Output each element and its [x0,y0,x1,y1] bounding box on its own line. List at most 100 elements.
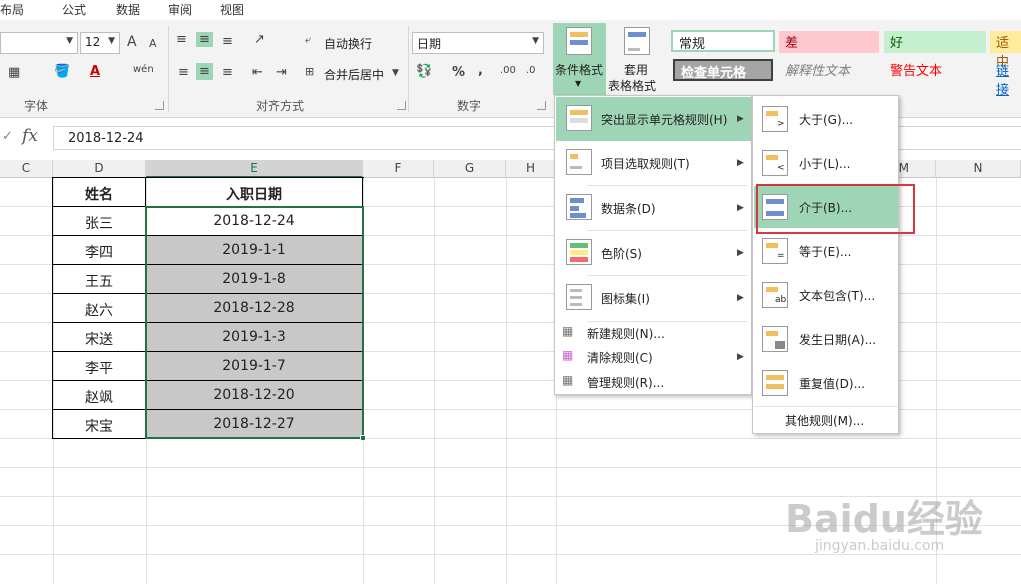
annotation-red-box [756,184,915,234]
column-header-d[interactable]: D [53,160,146,178]
comma-button[interactable]: , [478,63,483,78]
submenu-item-text-contains[interactable]: ab 文本包含(T)... [754,274,898,316]
decrease-decimal-icon[interactable]: .0 [526,65,536,76]
table-cell-date[interactable]: 2019-1-1 [146,236,363,265]
merge-center-button[interactable]: 合并后居中 [324,66,384,83]
style-link[interactable]: 链接 [990,59,1021,98]
style-warning[interactable]: 警告文本 [884,59,986,81]
fill-handle[interactable] [360,435,366,441]
table-cell-name[interactable]: 赵飒 [53,381,146,410]
submenu-item-equal-to[interactable]: = 等于(E)... [754,230,898,272]
percent-button[interactable]: % [452,65,465,80]
submenu-item-less-than[interactable]: < 小于(L)... [754,142,898,184]
submenu-item-date-occurring[interactable]: 发生日期(A)... [754,318,898,360]
wrap-text-button[interactable]: 自动换行 [324,35,372,52]
color-scales-icon [566,239,592,265]
highlight-rules-icon [566,105,592,131]
font-color-icon[interactable]: A [90,64,100,79]
number-format-combo[interactable]: 日期 ▼ [412,32,544,54]
increase-indent-icon[interactable]: ⇥ [276,65,287,80]
tab-formulas[interactable]: 公式 [62,1,86,18]
table-cell-name[interactable]: 宋送 [53,323,146,352]
style-explanatory[interactable]: 解释性文本 [779,59,879,81]
increase-decimal-icon[interactable]: .00 [500,65,516,76]
greater-than-icon: > [762,106,788,132]
submenu-item-duplicate-values[interactable]: 重复值(D)... [754,362,898,404]
new-rule-icon: ▦ [562,324,574,338]
align-right-icon[interactable]: ≡ [222,65,233,80]
table-cell-name[interactable]: 宋宝 [53,410,146,439]
phonetic-icon[interactable]: wén [133,64,154,75]
fill-color-icon[interactable]: 🪣 [54,64,70,79]
menu-item-manage-rules[interactable]: ▦ 管理规则(R)... [556,371,751,393]
table-cell-name[interactable]: 张三 [53,207,146,236]
number-group-label: 数字 [457,99,482,113]
menu-item-top-bottom-rules[interactable]: 项目选取规则(T) ▶ [556,141,751,185]
align-bottom-icon[interactable]: ≡ [222,34,233,49]
font-size-combo[interactable]: 12 ▼ [80,32,120,54]
top-bottom-icon [566,149,592,175]
style-normal[interactable]: 常规 [671,30,775,52]
grow-font-icon[interactable]: A [127,34,137,50]
table-cell-date[interactable]: 2019-1-8 [146,265,363,294]
tab-data[interactable]: 数据 [116,1,140,18]
submenu-item-greater-than[interactable]: > 大于(G)... [754,98,898,140]
column-header-e[interactable]: E [146,160,363,178]
column-header-h[interactable]: H [506,160,556,178]
style-neutral[interactable]: 适中 [990,31,1021,70]
font-group-label: 字体 [24,99,49,113]
table-cell-name[interactable]: 李平 [53,352,146,381]
tab-page-layout[interactable]: 布局 [0,1,24,18]
merge-dropdown-icon[interactable]: ▼ [392,68,399,78]
orientation-icon[interactable]: ↗ [254,32,265,47]
number-dialog-launcher[interactable] [537,101,546,110]
table-cell-date[interactable]: 2019-1-3 [146,323,363,352]
style-bad[interactable]: 差 [779,31,879,53]
column-header-n[interactable]: N [936,160,1021,178]
style-check-cell[interactable]: 检查单元格 [673,59,773,81]
table-cell-date[interactable]: 2019-1-7 [146,352,363,381]
table-cell-date[interactable]: 2018-12-27 [146,410,363,439]
column-header-c[interactable]: C [0,160,53,178]
tab-view[interactable]: 视图 [220,1,244,18]
menu-item-clear-rules[interactable]: ▦ 清除规则(C) ▶ [556,346,751,368]
format-as-table-button[interactable]: 套用 表格格式 [608,23,666,95]
style-good[interactable]: 好 [884,31,986,53]
column-header-g[interactable]: G [434,160,506,178]
wrap-text-icon: ⤶ [305,33,312,46]
conditional-format-button[interactable]: 条件格式 ▼ [553,23,606,95]
table-cell-date[interactable]: 2018-12-28 [146,294,363,323]
alignment-dialog-launcher[interactable] [397,101,406,110]
equal-to-icon: = [762,238,788,264]
menu-item-highlight-rules[interactable]: 突出显示单元格规则(H) ▶ [556,97,751,141]
menu-item-new-rule[interactable]: ▦ 新建规则(N)... [556,322,751,344]
border-icon[interactable]: ▦ [8,65,20,80]
column-header-f[interactable]: F [363,160,434,178]
decrease-indent-icon[interactable]: ⇤ [252,65,263,80]
table-header-hire-date[interactable]: 入职日期 [146,178,363,207]
calendar-icon [762,326,788,352]
formula-cancel-icon[interactable]: ✓ [2,129,13,144]
submenu-arrow-icon: ▶ [737,293,744,303]
font-dialog-launcher[interactable] [155,101,164,110]
table-cell-date-active[interactable]: 2018-12-24 [146,207,363,236]
align-top-icon[interactable]: ≡ [176,32,187,47]
align-center-icon[interactable]: ≡ [196,63,213,80]
tab-review[interactable]: 审阅 [168,1,192,18]
font-name-combo[interactable]: ▼ [0,32,78,54]
currency-icon[interactable]: 💱 [416,64,432,79]
submenu-item-more-rules[interactable]: 其他规则(M)... [754,408,898,430]
menu-item-data-bars[interactable]: 数据条(D) ▶ [556,186,751,230]
table-cell-date[interactable]: 2018-12-20 [146,381,363,410]
fx-icon[interactable]: fx [22,126,38,146]
table-cell-name[interactable]: 王五 [53,265,146,294]
less-than-icon: < [762,150,788,176]
align-left-icon[interactable]: ≡ [178,65,189,80]
table-cell-name[interactable]: 李四 [53,236,146,265]
shrink-font-icon[interactable]: A [149,37,157,50]
menu-item-icon-sets[interactable]: 图标集(I) ▶ [556,276,751,320]
menu-item-color-scales[interactable]: 色阶(S) ▶ [556,231,751,275]
table-header-name[interactable]: 姓名 [53,178,146,207]
align-middle-icon[interactable]: ≡ [196,32,213,47]
table-cell-name[interactable]: 赵六 [53,294,146,323]
